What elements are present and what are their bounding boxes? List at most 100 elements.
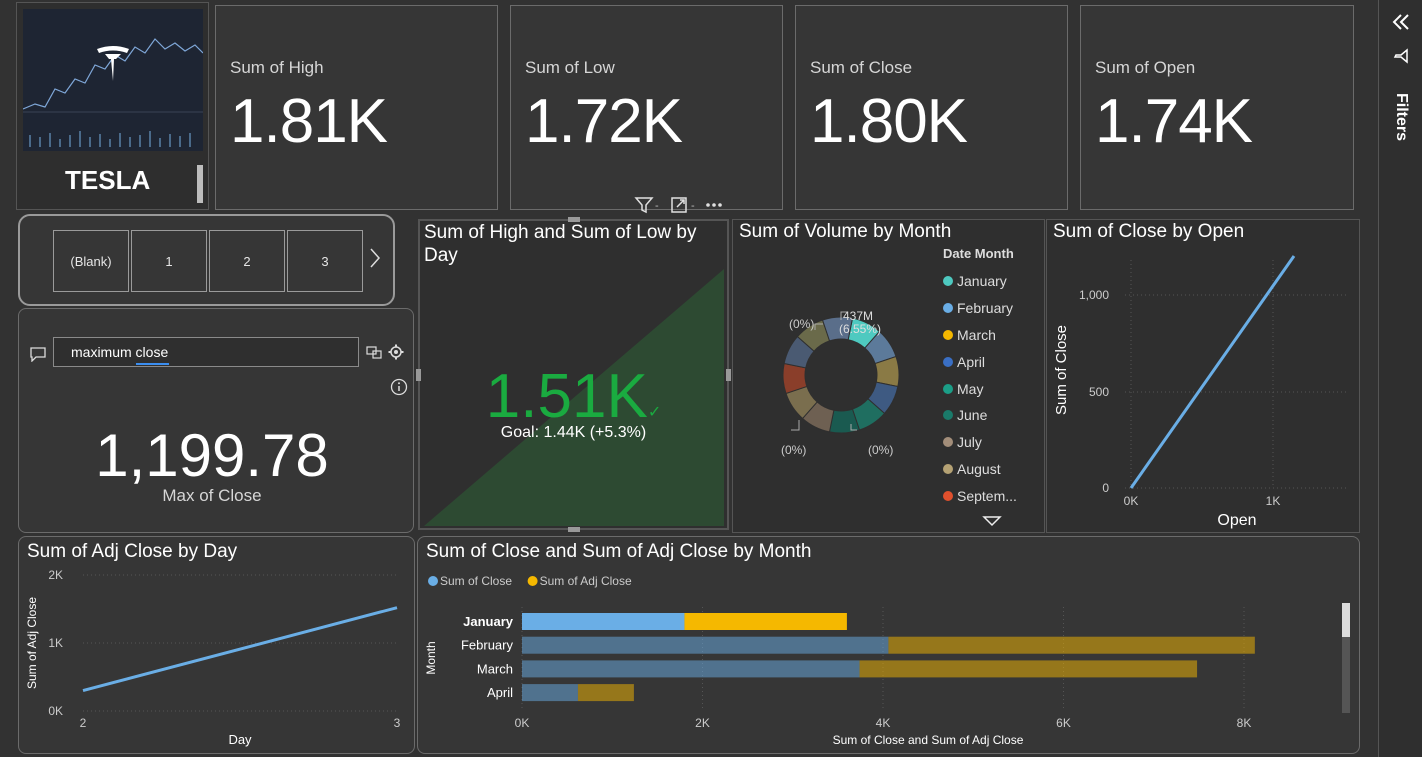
bar-segment[interactable] xyxy=(522,684,578,702)
kpi-card-sum-of-high[interactable]: Sum of High 1.81K xyxy=(215,5,498,210)
bar-segment[interactable] xyxy=(522,636,889,654)
legend-label: June xyxy=(957,407,988,424)
scatter-chart-visual[interactable]: Sum of Close by Open 1,000 500 0 0K 1K O… xyxy=(1046,219,1360,533)
series-line xyxy=(82,606,398,693)
kpi-value: 1.72K xyxy=(525,87,683,156)
svg-text:-: - xyxy=(655,200,659,212)
legend-scroll-down-icon[interactable] xyxy=(982,514,1002,532)
goal-kpi-goal: Goal: 1.44K (+5.3%) xyxy=(500,424,647,441)
collapse-pane-icon[interactable] xyxy=(1391,12,1411,37)
filters-pane[interactable]: Filters xyxy=(1378,0,1422,757)
kpi-value: 1.74K xyxy=(1095,87,1253,156)
x-tick-label: 1K xyxy=(1266,494,1281,508)
filter-icon xyxy=(634,197,654,214)
legend-item[interactable]: February xyxy=(943,295,1017,322)
goal-kpi-visual[interactable]: Sum of High and Sum of Low by Day 1.51K✓… xyxy=(416,217,731,532)
settings-gear-icon[interactable] xyxy=(388,344,404,365)
x-axis-title: Day xyxy=(228,732,252,747)
info-icon[interactable] xyxy=(390,378,408,401)
category-label: March xyxy=(477,661,513,676)
y-tick-label: 0K xyxy=(48,704,63,718)
bar-segment[interactable] xyxy=(522,613,685,630)
legend-label[interactable]: Sum of Close xyxy=(440,574,512,588)
legend-marker xyxy=(943,356,953,367)
report-canvas: TESLA Sum of High 1.81K Sum of Low 1.72K… xyxy=(0,0,1378,757)
x-tick-label: 2K xyxy=(695,716,710,730)
donut-label: (0%) xyxy=(781,443,806,457)
bar-segment[interactable] xyxy=(888,636,1255,654)
donut-chart: (0%) 437M (6.55%) (0%) (0%) xyxy=(781,309,900,457)
legend-item[interactable]: July xyxy=(943,429,1017,456)
kpi-card-sum-of-close[interactable]: Sum of Close 1.80K xyxy=(795,5,1068,210)
legend-label: April xyxy=(957,353,986,370)
adj-close-by-day-visual[interactable]: Sum of Adj Close by Day 0K 1K 2K 2 3 Day Sum o… xyxy=(18,536,415,754)
visual-header: - - xyxy=(632,194,728,216)
qa-input[interactable]: maximum close xyxy=(53,337,359,367)
slicer-next-arrow-icon[interactable] xyxy=(368,246,382,275)
scrollbar-thumb[interactable] xyxy=(1342,603,1350,637)
resize-handle[interactable] xyxy=(568,217,580,222)
legend-item[interactable]: Septem... xyxy=(943,482,1017,509)
y-tick-label: 2K xyxy=(48,568,63,582)
legend-marker xyxy=(943,329,953,340)
bar-segment[interactable] xyxy=(577,684,634,702)
filters-label[interactable]: Filters xyxy=(1392,93,1410,141)
visual-title: Sum of Volume by Month xyxy=(739,221,952,242)
kpi-card-sum-of-low[interactable]: Sum of Low 1.72K xyxy=(510,5,783,210)
x-tick-label: 0K xyxy=(1124,494,1139,508)
category-label: April xyxy=(487,685,513,700)
stacked-bar-chart: Sum of Close Sum of Adj Close 0K 2K 4K 6K 8K Su… xyxy=(424,574,1255,747)
category-label: January xyxy=(463,614,514,629)
qa-answer-value: 1,199.78 xyxy=(95,422,329,489)
legend-item[interactable]: June xyxy=(943,402,1017,429)
filter-pane-icon xyxy=(1393,48,1409,69)
slicer-button-2[interactable]: 2 xyxy=(209,230,285,292)
legend-label[interactable]: Sum of Adj Close xyxy=(540,574,632,588)
kpi-label: Sum of High xyxy=(230,58,324,77)
x-tick-label: 0K xyxy=(515,716,530,730)
line-chart: 0K 1K 2K 2 3 Day Sum of Adj Close xyxy=(25,568,401,747)
slicer-button-blank[interactable]: (Blank) xyxy=(53,230,129,292)
legend-label: March xyxy=(957,326,996,343)
bar-segment[interactable] xyxy=(684,613,847,630)
legend-item[interactable]: January xyxy=(943,268,1017,295)
y-axis-title: Month xyxy=(424,641,438,674)
donut-legend: January February March April May June July Augu… xyxy=(943,268,1017,509)
focus-mode-icon xyxy=(671,197,687,213)
x-tick-label: 3 xyxy=(394,716,401,730)
slicer-button-3[interactable]: 3 xyxy=(287,230,363,292)
legend-item[interactable]: April xyxy=(943,348,1017,375)
svg-text:-: - xyxy=(691,200,695,212)
resize-handle[interactable] xyxy=(726,369,731,381)
scrollbar-thumb[interactable] xyxy=(197,165,203,203)
stock-chart-graphic xyxy=(23,38,203,147)
bar-segment[interactable] xyxy=(522,660,860,678)
kpi-card-sum-of-open[interactable]: Sum of Open 1.74K xyxy=(1080,5,1354,210)
legend-title: Date Month xyxy=(943,246,1014,261)
legend-marker xyxy=(943,303,953,314)
tesla-chart-image xyxy=(23,9,203,151)
legend-label: July xyxy=(957,434,982,451)
show-questions-icon[interactable] xyxy=(366,344,382,365)
legend-item[interactable]: May xyxy=(943,375,1017,402)
legend-item[interactable]: August xyxy=(943,456,1017,483)
more-options-icon xyxy=(706,203,722,207)
vertical-scrollbar[interactable] xyxy=(1342,603,1350,713)
check-icon: ✓ xyxy=(647,404,662,421)
slicer-button-1[interactable]: 1 xyxy=(131,230,207,292)
donut-chart-visual[interactable]: Sum of Volume by Month (0%) 437M (6.55%)… xyxy=(732,219,1045,533)
legend-item[interactable]: March xyxy=(943,322,1017,349)
x-axis-title: Sum of Close and Sum of Adj Close xyxy=(833,733,1024,747)
resize-handle[interactable] xyxy=(568,527,580,532)
kpi-value: 1.80K xyxy=(810,87,968,156)
legend-marker xyxy=(943,463,953,474)
close-by-month-visual[interactable]: Sum of Close and Sum of Adj Close by Mon… xyxy=(417,536,1360,754)
x-tick-label: 2 xyxy=(80,716,87,730)
bar-segment[interactable] xyxy=(859,660,1198,678)
comment-icon[interactable] xyxy=(29,346,47,367)
goal-kpi-value: 1.51K✓ xyxy=(485,362,662,431)
donut-label: 437M xyxy=(843,309,873,323)
qa-answer-caption: Max of Close xyxy=(162,486,262,505)
resize-handle[interactable] xyxy=(416,369,421,381)
donut-label: (6.55%) xyxy=(839,322,881,336)
